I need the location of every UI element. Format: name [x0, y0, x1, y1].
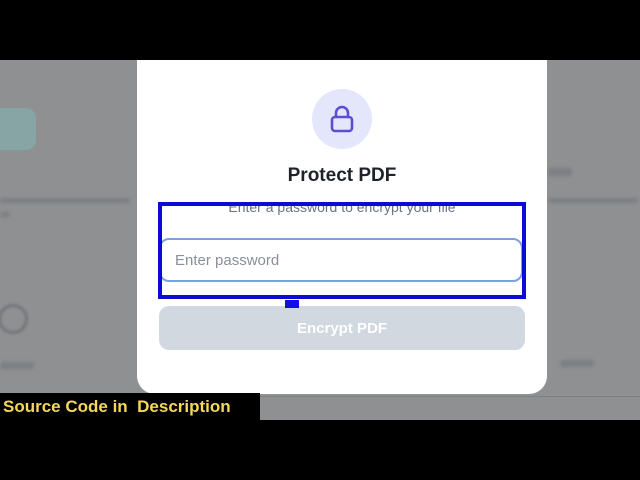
encrypt-pdf-button[interactable]: Encrypt PDF [159, 306, 525, 350]
video-caption: Source Code in Description [0, 393, 260, 420]
password-input[interactable] [159, 238, 523, 282]
background-card-icon-left [0, 304, 28, 334]
lock-icon [330, 105, 354, 133]
background-card-title-right-2 [560, 360, 594, 367]
background-card-text-left [0, 198, 130, 203]
modal-subtitle: Enter a password to encrypt your file [228, 199, 456, 215]
background-card-title-right [548, 168, 572, 176]
background-card-title-left-2 [0, 362, 34, 369]
background-card-text-right [548, 198, 638, 203]
lock-icon-badge [312, 89, 372, 149]
protect-pdf-modal: Protect PDF Enter a password to encrypt … [137, 60, 547, 394]
modal-title: Protect PDF [287, 165, 397, 186]
background-filter-icon [0, 108, 36, 150]
background-card-text-left-2 [0, 212, 10, 217]
annotation-marker [285, 300, 299, 308]
